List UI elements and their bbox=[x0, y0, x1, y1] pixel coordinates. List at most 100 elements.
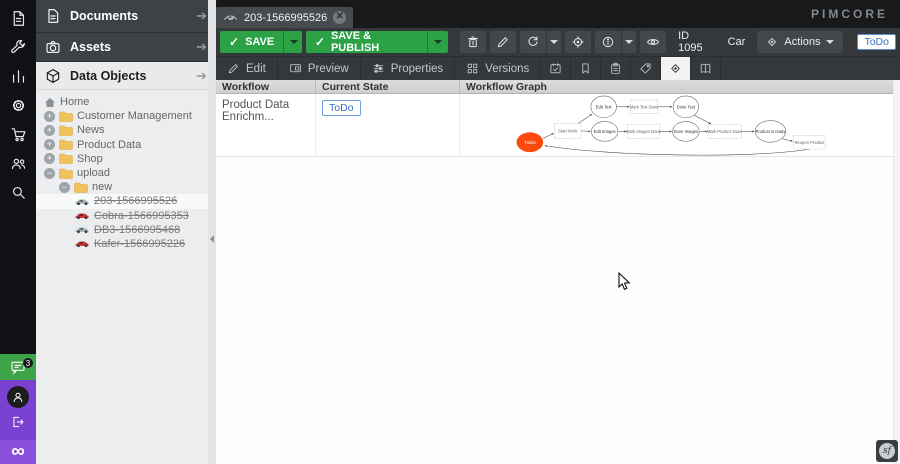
tree-item-new[interactable]: −new bbox=[36, 180, 208, 194]
bookmark-icon bbox=[579, 62, 592, 75]
collapse-icon[interactable]: − bbox=[59, 182, 70, 193]
pimcore-infinity-icon[interactable]: ∞ bbox=[0, 440, 36, 464]
document-icon[interactable] bbox=[0, 4, 36, 33]
wf-node-label-reopen-product: Reopen Product bbox=[794, 140, 825, 145]
tree-item-kafer-1566995226[interactable]: Kafer-1566995226 bbox=[36, 237, 208, 251]
tab-dependencies[interactable] bbox=[571, 57, 601, 80]
save-publish-button[interactable]: ✓ SAVE & PUBLISH bbox=[306, 31, 449, 53]
reload-split-button[interactable] bbox=[520, 31, 561, 53]
tab-edit[interactable]: Edit bbox=[216, 57, 278, 80]
wrench-icon[interactable] bbox=[0, 33, 36, 62]
tab-edit-label: Edit bbox=[246, 63, 266, 75]
tree-item-upload[interactable]: −upload bbox=[36, 166, 208, 180]
folder-icon bbox=[59, 125, 73, 136]
accordion-documents-label: Documents bbox=[70, 9, 187, 23]
collapse-panel-handle[interactable] bbox=[209, 224, 215, 254]
tab-notes-events[interactable] bbox=[601, 57, 631, 80]
rename-button[interactable] bbox=[490, 31, 516, 53]
cube-icon bbox=[45, 68, 61, 84]
workflow-status-badge: ToDo bbox=[857, 34, 896, 50]
tab-tags[interactable] bbox=[631, 57, 661, 80]
monitor-icon bbox=[289, 62, 302, 75]
column-header-workflow-graph[interactable]: Workflow Graph bbox=[460, 80, 893, 93]
users-icon[interactable] bbox=[0, 149, 36, 178]
tree-item-customer-management[interactable]: +Customer Management bbox=[36, 109, 208, 123]
tab-schedule[interactable] bbox=[541, 57, 571, 80]
current-state-cell: ToDo bbox=[316, 94, 460, 156]
expand-icon[interactable]: + bbox=[44, 125, 55, 136]
check-icon: ✓ bbox=[315, 35, 325, 49]
panel-splitter[interactable] bbox=[208, 0, 216, 464]
tab-workflow[interactable] bbox=[661, 57, 691, 80]
info-split-button[interactable] bbox=[595, 31, 636, 53]
versions-icon bbox=[466, 62, 479, 75]
open-object-tab[interactable]: 203-1566995526 ✕ bbox=[216, 7, 353, 28]
save-label: SAVE bbox=[245, 36, 274, 48]
trash-icon bbox=[466, 35, 480, 49]
wf-edge bbox=[545, 146, 810, 155]
workflow-grid-row[interactable]: Product Data Enrichm... ToDo ToDoStart W… bbox=[216, 94, 893, 157]
expand-icon[interactable]: + bbox=[44, 111, 55, 122]
notifications-button[interactable]: 3 bbox=[0, 354, 36, 380]
reload-dropdown[interactable] bbox=[546, 31, 562, 53]
collapse-icon[interactable]: − bbox=[44, 168, 55, 179]
tab-versions[interactable]: Versions bbox=[455, 57, 541, 80]
reload-icon[interactable] bbox=[520, 31, 545, 53]
folder-icon bbox=[59, 139, 73, 150]
info-icon[interactable] bbox=[595, 31, 620, 53]
save-publish-dropdown[interactable] bbox=[427, 31, 448, 53]
tab-properties[interactable]: Properties bbox=[361, 57, 455, 80]
accordion-arrow-icon: ➔ bbox=[196, 8, 207, 24]
gear-icon[interactable] bbox=[0, 91, 36, 120]
home-icon bbox=[44, 97, 56, 108]
rail-purple-section bbox=[0, 380, 36, 440]
open-preview-button[interactable] bbox=[640, 31, 666, 53]
car-gray-icon bbox=[74, 197, 90, 206]
object-id: ID 1095 bbox=[678, 30, 715, 54]
save-button[interactable]: ✓SAVE bbox=[220, 31, 302, 53]
tab-reports[interactable] bbox=[691, 57, 721, 80]
tree-item-news[interactable]: +News bbox=[36, 123, 208, 137]
wf-edge bbox=[782, 139, 792, 141]
tree-item-shop[interactable]: +Shop bbox=[36, 152, 208, 166]
save-dropdown[interactable] bbox=[283, 31, 302, 53]
accordion-documents[interactable]: Documents ➔ bbox=[36, 0, 216, 33]
workflow-grid-header: Workflow Current State Workflow Graph bbox=[216, 80, 893, 94]
profiler-toggle-button[interactable]: sf bbox=[876, 440, 898, 462]
expand-icon[interactable]: + bbox=[44, 153, 55, 164]
save-publish-label: SAVE & PUBLISH bbox=[331, 31, 418, 53]
sliders-icon bbox=[372, 62, 385, 75]
folder-icon bbox=[59, 153, 73, 164]
column-header-current-state[interactable]: Current State bbox=[316, 80, 460, 93]
delete-button[interactable] bbox=[460, 31, 486, 53]
tab-preview[interactable]: Preview bbox=[278, 57, 361, 80]
accordion-data-objects[interactable]: Data Objects ➔ bbox=[36, 62, 216, 90]
search-icon[interactable] bbox=[0, 178, 36, 207]
expand-icon[interactable]: + bbox=[44, 139, 55, 150]
cart-icon[interactable] bbox=[0, 120, 36, 149]
tab-bar: 203-1566995526 ✕ PIMCORE bbox=[216, 0, 900, 28]
tab-versions-label: Versions bbox=[485, 63, 529, 75]
grid-scrollbar-track[interactable] bbox=[893, 80, 900, 464]
locate-in-tree-button[interactable] bbox=[565, 31, 591, 53]
tree-item-cobra-1566995353[interactable]: Cobra-1566995353 bbox=[36, 209, 208, 223]
workflow-actions-button[interactable]: Actions bbox=[757, 31, 843, 53]
pencil-icon bbox=[227, 62, 240, 75]
tree-item-db3-1566995468[interactable]: DB3-1566995468 bbox=[36, 223, 208, 237]
tree-item-product-data[interactable]: +Product Data bbox=[36, 138, 208, 152]
logout-icon[interactable] bbox=[11, 415, 25, 434]
book-icon bbox=[699, 62, 712, 75]
workflow-diamond-icon bbox=[766, 35, 778, 49]
bar-chart-icon[interactable] bbox=[0, 62, 36, 91]
accordion-assets[interactable]: Assets ➔ bbox=[36, 33, 216, 62]
pencil-icon bbox=[496, 35, 510, 49]
folder-icon bbox=[59, 168, 73, 179]
wf-node-label-todo: ToDo bbox=[524, 140, 536, 146]
column-header-workflow[interactable]: Workflow bbox=[216, 80, 316, 93]
user-avatar-icon[interactable] bbox=[7, 386, 29, 408]
tree-item-home[interactable]: Home bbox=[36, 95, 208, 109]
info-dropdown[interactable] bbox=[621, 31, 637, 53]
tree-item-203-1566995526[interactable]: 203-1566995526 bbox=[36, 194, 208, 208]
tab-close-icon[interactable]: ✕ bbox=[333, 11, 346, 24]
wf-node-label-done-images: Done Images bbox=[674, 129, 699, 134]
